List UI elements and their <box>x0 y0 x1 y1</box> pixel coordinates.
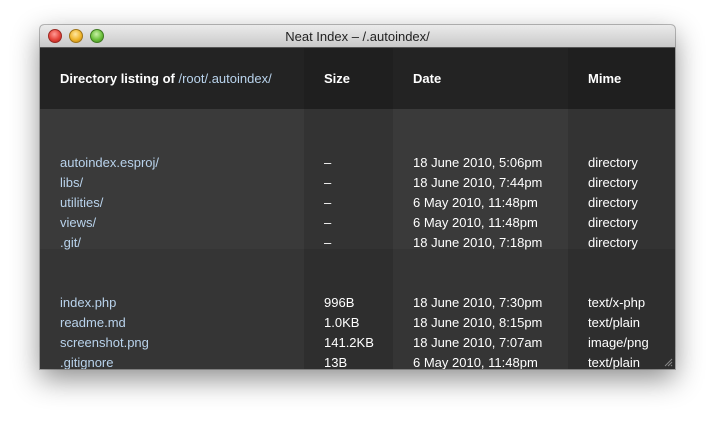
file-link[interactable]: index.php <box>60 293 116 313</box>
app-window: Neat Index – /.autoindex/ Directory list… <box>40 25 675 369</box>
table-header: Directory listing of /root/.autoindex/ S… <box>40 48 675 109</box>
mime-cell: image/png <box>588 335 649 350</box>
table-row[interactable]: index.php 996B 18 June 2010, 7:30pm text… <box>40 293 675 313</box>
size-cell: 1.0KB <box>324 315 360 330</box>
date-cell: 6 May 2010, 11:48pm <box>413 195 538 210</box>
file-link[interactable]: readme.md <box>60 313 126 333</box>
size-cell: – <box>324 235 332 250</box>
directory-link[interactable]: views/ <box>60 213 96 233</box>
file-link[interactable]: .gitignore <box>60 353 113 369</box>
size-cell: – <box>324 175 332 190</box>
date-cell: 6 May 2010, 11:48pm <box>413 215 538 230</box>
date-cell: 6 May 2010, 11:48pm <box>413 355 538 369</box>
table-row[interactable]: autoindex.esproj/ – 18 June 2010, 5:06pm… <box>40 153 675 173</box>
table-row[interactable]: .gitignore 13B 6 May 2010, 11:48pm text/… <box>40 353 675 369</box>
mime-cell: directory <box>588 235 638 250</box>
mime-cell: text/plain <box>588 355 641 369</box>
table-row[interactable]: readme.md 1.0KB 18 June 2010, 8:15pm tex… <box>40 313 675 333</box>
title-bar[interactable]: Neat Index – /.autoindex/ <box>40 25 675 48</box>
mime-cell: directory <box>588 155 638 170</box>
header-directory-listing: Directory listing of /root/.autoindex/ <box>60 48 272 109</box>
listing-prefix: Directory listing of <box>60 71 179 86</box>
mime-cell: text/plain <box>588 315 641 330</box>
date-cell: 18 June 2010, 7:30pm <box>413 295 543 310</box>
window-title: Neat Index – /.autoindex/ <box>285 29 430 44</box>
table-row[interactable]: screenshot.png 141.2KB 18 June 2010, 7:0… <box>40 333 675 353</box>
directory-link[interactable]: .git/ <box>60 233 81 253</box>
mime-cell: directory <box>588 215 638 230</box>
directory-link[interactable]: libs/ <box>60 173 83 193</box>
header-mime[interactable]: Mime <box>588 48 621 109</box>
header-size[interactable]: Size <box>324 48 350 109</box>
table-row[interactable]: .git/ – 18 June 2010, 7:18pm directory <box>40 233 675 253</box>
table-row[interactable]: libs/ – 18 June 2010, 7:44pm directory <box>40 173 675 193</box>
size-cell: 996B <box>324 295 355 310</box>
size-cell: – <box>324 195 332 210</box>
size-cell: – <box>324 215 332 230</box>
directory-link[interactable]: autoindex.esproj/ <box>60 153 159 173</box>
resize-grip-icon[interactable] <box>663 357 673 367</box>
mime-cell: text/x-php <box>588 295 646 310</box>
mime-cell: directory <box>588 195 638 210</box>
date-cell: 18 June 2010, 7:07am <box>413 335 543 350</box>
date-cell: 18 June 2010, 7:18pm <box>413 235 543 250</box>
directory-listing-table: Directory listing of /root/.autoindex/ S… <box>40 48 675 369</box>
directory-link[interactable]: utilities/ <box>60 193 103 213</box>
size-cell: 13B <box>324 355 348 369</box>
date-cell: 18 June 2010, 7:44pm <box>413 175 543 190</box>
table-row[interactable]: utilities/ – 6 May 2010, 11:48pm directo… <box>40 193 675 213</box>
size-cell: 141.2KB <box>324 335 374 350</box>
file-link[interactable]: screenshot.png <box>60 333 149 353</box>
date-cell: 18 June 2010, 8:15pm <box>413 315 543 330</box>
table-row[interactable]: views/ – 6 May 2010, 11:48pm directory <box>40 213 675 233</box>
header-date[interactable]: Date <box>413 48 441 109</box>
date-cell: 18 June 2010, 5:06pm <box>413 155 543 170</box>
size-cell: – <box>324 155 332 170</box>
mime-cell: directory <box>588 175 638 190</box>
listing-path-link[interactable]: /root/.autoindex/ <box>178 71 271 86</box>
